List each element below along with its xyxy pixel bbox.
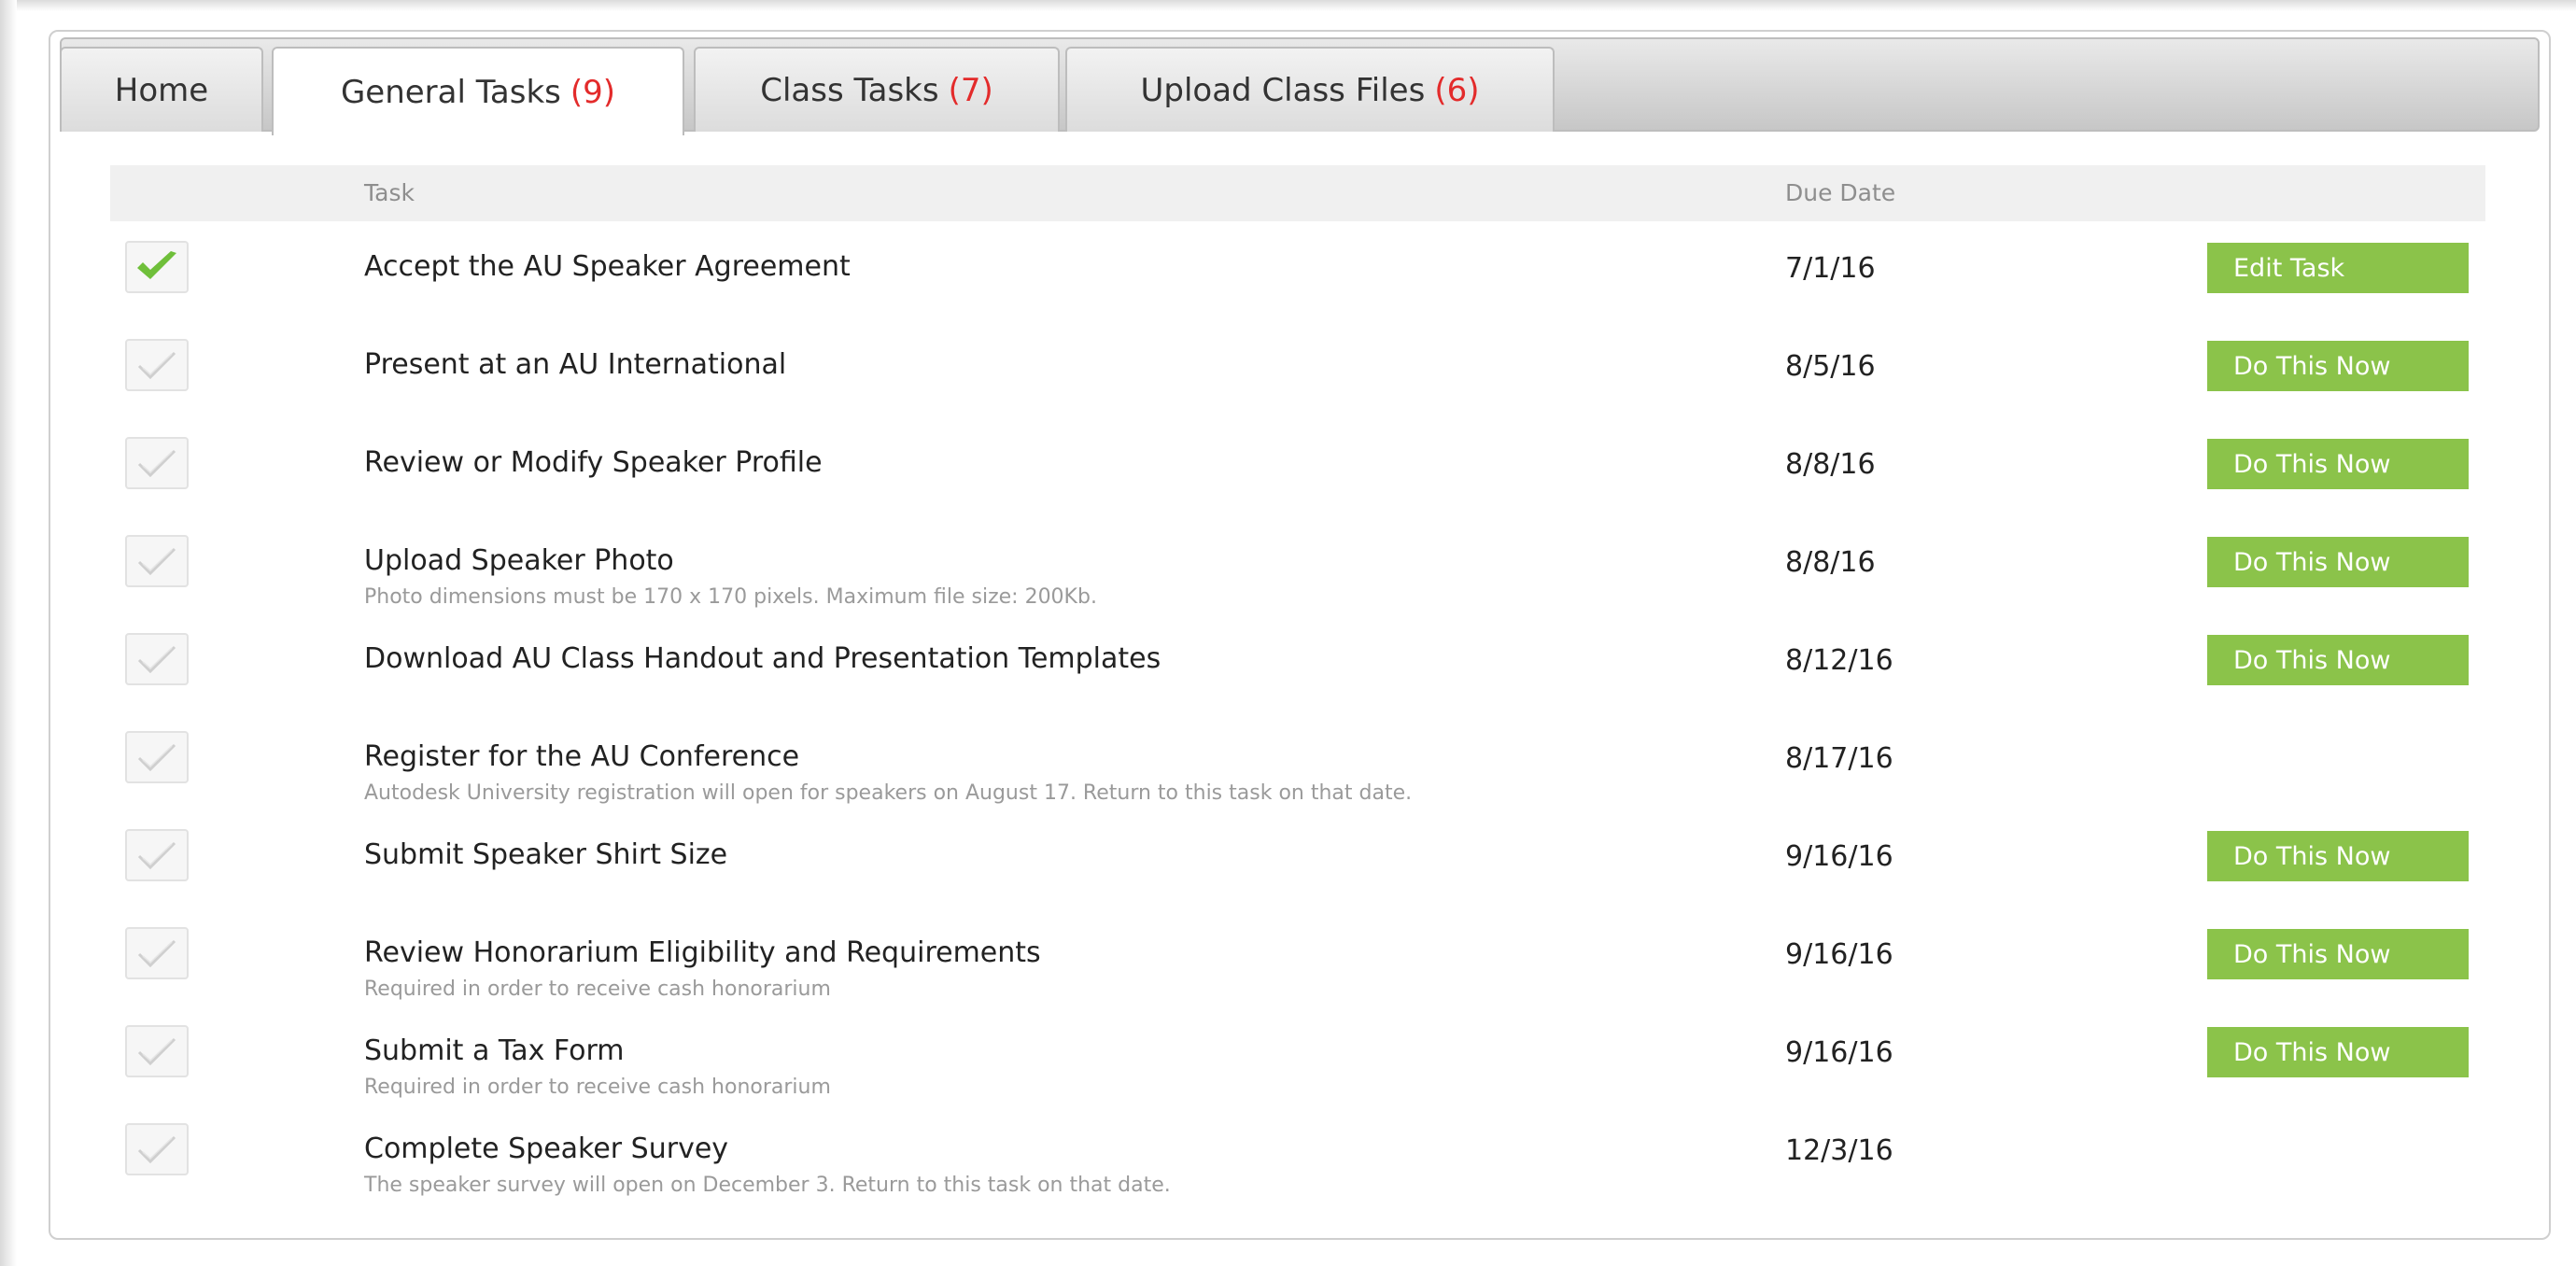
task-description: Photo dimensions must be 170 x 170 pixel… bbox=[364, 585, 1097, 609]
checkmark-pending-icon bbox=[125, 1123, 189, 1175]
checkmark-pending-icon bbox=[125, 437, 189, 489]
table-row: Review Honorarium Eligibility and Requir… bbox=[110, 920, 2485, 1017]
table-row: Download AU Class Handout and Presentati… bbox=[110, 626, 2485, 723]
table-row: Complete Speaker Survey The speaker surve… bbox=[110, 1116, 2485, 1213]
do-this-now-button[interactable]: Do This Now bbox=[2207, 635, 2469, 685]
task-description: The speaker survey will open on December… bbox=[364, 1174, 1171, 1197]
table-row: Review or Modify Speaker Profile 8/8/16 Do… bbox=[110, 429, 2485, 527]
checkmark-pending-icon bbox=[125, 633, 189, 685]
due-date: 8/12/16 bbox=[1785, 644, 1893, 677]
task-description: Required in order to receive cash honora… bbox=[364, 1076, 831, 1099]
checkmark-pending-icon bbox=[125, 535, 189, 587]
tab-label: General Tasks bbox=[340, 73, 561, 111]
column-header-due-date: Due Date bbox=[1785, 179, 1896, 206]
tab-label: Upload Class Files bbox=[1140, 71, 1426, 109]
task-description: Autodesk University registration will op… bbox=[364, 781, 1413, 805]
task-title: Present at an AU International bbox=[364, 348, 787, 381]
task-title: Register for the AU Conference bbox=[364, 740, 800, 773]
tab-count-badge: (6) bbox=[1434, 71, 1480, 109]
due-date: 9/16/16 bbox=[1785, 1036, 1893, 1069]
task-title: Review Honorarium Eligibility and Requir… bbox=[364, 936, 1041, 969]
checkmark-pending-icon bbox=[125, 339, 189, 391]
task-title: Upload Speaker Photo bbox=[364, 544, 674, 577]
due-date: 8/8/16 bbox=[1785, 546, 1876, 579]
tab-label: Class Tasks bbox=[760, 71, 939, 109]
tab-class-tasks[interactable]: Class Tasks (7) bbox=[694, 47, 1060, 132]
checkmark-done-icon bbox=[125, 241, 189, 293]
tab-upload-class-files[interactable]: Upload Class Files (6) bbox=[1065, 47, 1555, 132]
table-row: Submit a Tax Form Required in order to re… bbox=[110, 1018, 2485, 1115]
due-date: 8/17/16 bbox=[1785, 742, 1893, 775]
table-header: Task Due Date bbox=[110, 165, 2485, 221]
due-date: 8/8/16 bbox=[1785, 448, 1876, 481]
due-date: 7/1/16 bbox=[1785, 252, 1876, 285]
checkmark-pending-icon bbox=[125, 1025, 189, 1077]
window-left-shadow bbox=[0, 0, 17, 1266]
tab-count-badge: (9) bbox=[570, 73, 616, 111]
due-date: 8/5/16 bbox=[1785, 350, 1876, 383]
tab-count-badge: (7) bbox=[948, 71, 993, 109]
do-this-now-button[interactable]: Do This Now bbox=[2207, 1027, 2469, 1077]
task-title: Submit Speaker Shirt Size bbox=[364, 838, 728, 871]
tab-general-tasks[interactable]: General Tasks (9) bbox=[272, 47, 684, 135]
table-row: Present at an AU International 8/5/16 Do T… bbox=[110, 331, 2485, 429]
task-title: Download AU Class Handout and Presentati… bbox=[364, 642, 1161, 675]
tab-label: Home bbox=[114, 71, 209, 109]
task-title: Complete Speaker Survey bbox=[364, 1132, 729, 1165]
checkmark-pending-icon bbox=[125, 829, 189, 881]
due-date: 9/16/16 bbox=[1785, 840, 1893, 873]
do-this-now-button[interactable]: Do This Now bbox=[2207, 537, 2469, 587]
window-top-shadow bbox=[0, 0, 2576, 11]
task-title: Submit a Tax Form bbox=[364, 1034, 625, 1067]
task-title: Review or Modify Speaker Profile bbox=[364, 446, 823, 479]
due-date: 12/3/16 bbox=[1785, 1134, 1893, 1167]
do-this-now-button[interactable]: Do This Now bbox=[2207, 341, 2469, 391]
table-row: Accept the AU Speaker Agreement 7/1/16 Edi… bbox=[110, 233, 2485, 331]
tab-home[interactable]: Home bbox=[60, 47, 263, 132]
do-this-now-button[interactable]: Do This Now bbox=[2207, 831, 2469, 881]
task-description: Required in order to receive cash honora… bbox=[364, 978, 831, 1001]
checkmark-pending-icon bbox=[125, 927, 189, 979]
column-header-task: Task bbox=[364, 179, 415, 206]
task-title: Accept the AU Speaker Agreement bbox=[364, 250, 851, 283]
do-this-now-button[interactable]: Do This Now bbox=[2207, 929, 2469, 979]
table-row: Register for the AU Conference Autodesk U… bbox=[110, 724, 2485, 821]
do-this-now-button[interactable]: Do This Now bbox=[2207, 439, 2469, 489]
due-date: 9/16/16 bbox=[1785, 938, 1893, 971]
table-row: Upload Speaker Photo Photo dimensions mus… bbox=[110, 528, 2485, 625]
checkmark-pending-icon bbox=[125, 731, 189, 783]
table-row: Submit Speaker Shirt Size 9/16/16 Do This … bbox=[110, 822, 2485, 919]
edit-task-button[interactable]: Edit Task bbox=[2207, 243, 2469, 293]
